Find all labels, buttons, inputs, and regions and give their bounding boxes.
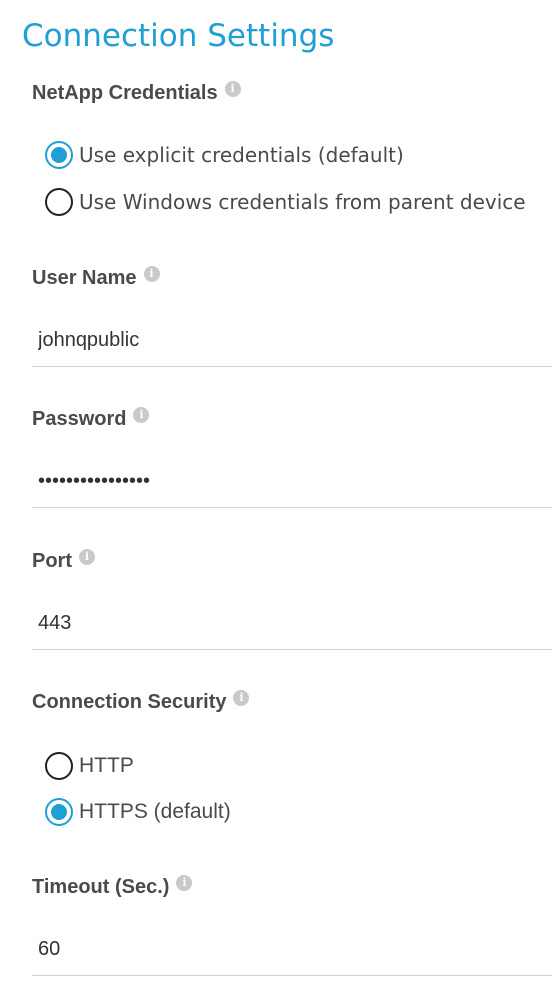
netapp-credentials-label-text: NetApp Credentials [32,82,218,104]
radio-windows-credentials[interactable]: Use Windows credentials from parent devi… [45,188,526,216]
radio-explicit-credentials[interactable]: Use explicit credentials (default) [45,141,404,169]
radio-http-label: HTTP [79,754,134,777]
radio-unchecked-icon[interactable] [45,752,73,780]
port-label-text: Port [32,550,72,572]
password-field[interactable] [32,458,552,508]
connection-settings-page: Connection Settings NetApp Credentials i… [0,0,552,1000]
port-field[interactable] [32,600,552,650]
connection-security-label-text: Connection Security [32,691,227,713]
radio-unchecked-icon[interactable] [45,188,73,216]
timeout-label: Timeout (Sec.) i [32,874,193,899]
info-icon[interactable]: i [176,874,193,891]
netapp-credentials-label: NetApp Credentials i [32,80,241,105]
info-icon[interactable]: i [133,406,150,423]
timeout-label-text: Timeout (Sec.) [32,876,170,898]
radio-https-label: HTTPS (default) [79,800,231,823]
password-label: Password i [32,406,150,431]
password-label-text: Password [32,408,127,430]
page-title: Connection Settings [22,18,335,54]
user-name-field[interactable] [32,317,552,367]
user-name-input[interactable] [32,317,552,363]
timeout-field[interactable] [32,926,552,976]
radio-https[interactable]: HTTPS (default) [45,798,231,826]
password-input[interactable] [32,458,552,504]
timeout-input[interactable] [32,926,552,972]
port-label: Port i [32,548,95,573]
info-icon[interactable]: i [224,80,241,97]
radio-checked-icon[interactable] [45,141,73,169]
info-icon[interactable]: i [79,548,95,565]
user-name-label-text: User Name [32,267,137,289]
port-input[interactable] [32,600,552,646]
connection-security-label: Connection Security i [32,689,250,714]
radio-checked-icon[interactable] [45,798,73,826]
radio-explicit-credentials-label: Use explicit credentials (default) [79,143,404,167]
radio-http[interactable]: HTTP [45,752,134,780]
info-icon[interactable]: i [233,689,250,706]
info-icon[interactable]: i [143,265,160,282]
radio-windows-credentials-label: Use Windows credentials from parent devi… [79,190,526,214]
user-name-label: User Name i [32,265,160,290]
